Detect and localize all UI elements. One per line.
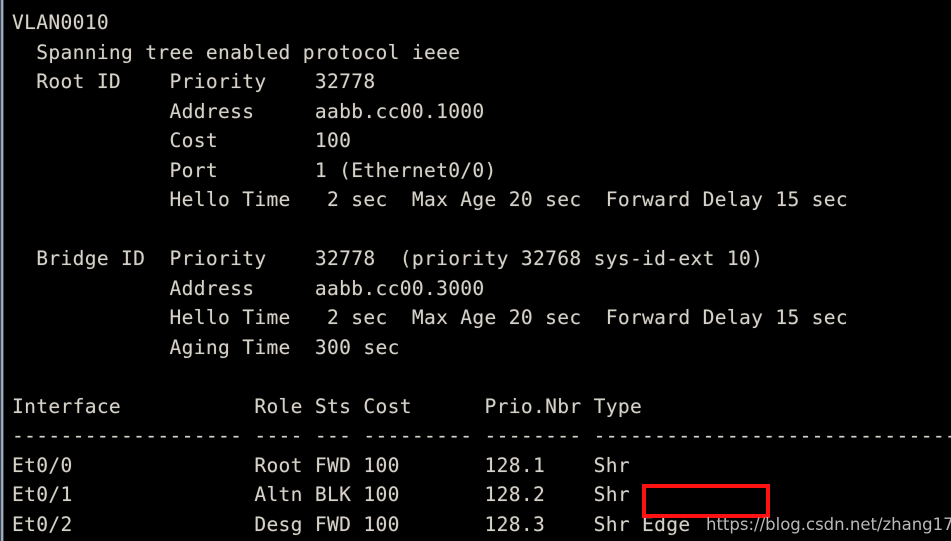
terminal-window: VLAN0010 Spanning tree enabled protocol …: [0, 0, 951, 541]
window-left-border: [0, 0, 4, 541]
spanning-tree-console-output: VLAN0010 Spanning tree enabled protocol …: [12, 11, 951, 536]
watermark-url: https://blog.csdn.net/zhang175gl: [706, 515, 951, 534]
